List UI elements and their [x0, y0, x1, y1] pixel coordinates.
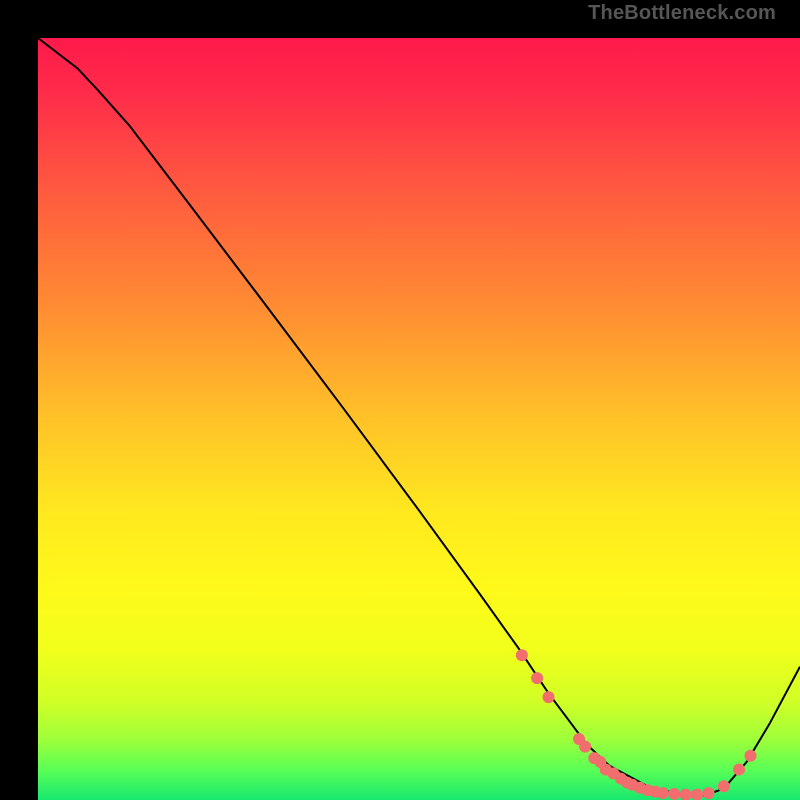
marker-dot	[733, 764, 745, 776]
marker-dot	[718, 780, 730, 792]
chart-frame	[19, 19, 781, 781]
chart-canvas	[38, 38, 800, 800]
marker-dot	[657, 787, 669, 799]
marker-dot	[516, 649, 528, 661]
marker-dot	[543, 691, 555, 703]
marker-dot	[531, 672, 543, 684]
marker-dot	[744, 750, 756, 762]
chart-background	[38, 38, 800, 800]
marker-dot	[579, 741, 591, 753]
marker-dot	[668, 788, 680, 800]
marker-dot	[703, 787, 715, 799]
watermark-label: TheBottleneck.com	[588, 2, 776, 25]
